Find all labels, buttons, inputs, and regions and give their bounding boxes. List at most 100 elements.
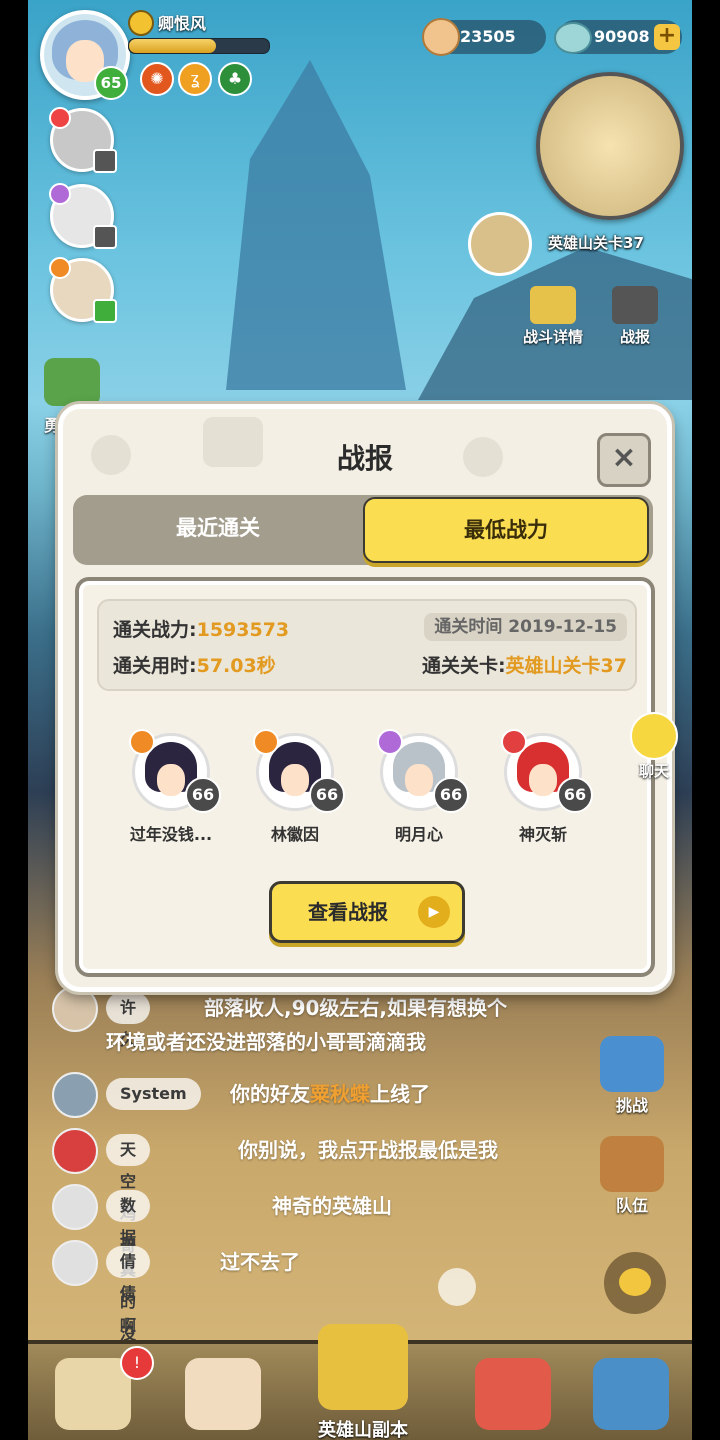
notification-badge: ! bbox=[120, 1346, 154, 1380]
minimap[interactable] bbox=[536, 72, 684, 220]
team-label: 队伍 bbox=[615, 1196, 648, 1215]
chat-face-icon bbox=[630, 712, 678, 760]
shark-icon bbox=[600, 1036, 664, 1092]
boss-avatar[interactable] bbox=[468, 212, 532, 276]
mountain-icon bbox=[318, 1324, 408, 1410]
clear-power-label: 通关战力: bbox=[113, 619, 197, 641]
team-member-avatar[interactable] bbox=[49, 257, 117, 323]
clear-power: 通关战力:1593573 bbox=[113, 615, 289, 642]
chat-bubble-button[interactable] bbox=[604, 1252, 666, 1314]
clear-time-label: 通关用时: bbox=[113, 655, 197, 677]
element-icon bbox=[129, 729, 155, 755]
team-member-avatar[interactable] bbox=[49, 183, 117, 249]
gem-icon bbox=[554, 22, 592, 54]
buff-swirl-icon[interactable]: ʓ bbox=[178, 62, 212, 96]
video-play-icon bbox=[612, 286, 658, 324]
floating-assist-button[interactable] bbox=[438, 1268, 476, 1306]
clear-date-label: 通关时间 bbox=[434, 617, 503, 637]
nav-hero-mountain[interactable] bbox=[308, 1324, 418, 1410]
chat-avatar bbox=[52, 986, 98, 1032]
add-gems-button[interactable]: + bbox=[654, 24, 680, 50]
player-level-badge: 65 bbox=[94, 66, 128, 100]
coin-icon bbox=[422, 18, 460, 56]
chat-bubble-icon bbox=[619, 1268, 651, 1296]
player-emote-icon bbox=[128, 10, 154, 36]
exp-fill bbox=[129, 39, 216, 53]
clear-date: 通关时间 2019-12-15 bbox=[424, 613, 627, 641]
tab-recent-clear[interactable]: 最近通关 bbox=[75, 497, 361, 559]
reward-chest-icon[interactable] bbox=[44, 358, 100, 406]
chat-avatar bbox=[52, 1128, 98, 1174]
chat-side-button[interactable]: 聊天 bbox=[622, 712, 686, 781]
clear-stage: 通关关卡:英雄山关卡37 bbox=[422, 651, 627, 678]
tribe-icon bbox=[55, 1358, 131, 1430]
hero-name: 林徽因 bbox=[270, 825, 319, 844]
hero-card[interactable]: 66 神灭斩 bbox=[489, 729, 597, 845]
coin-value: 23505 bbox=[460, 27, 516, 46]
chat-text: 过不去了 bbox=[220, 1250, 300, 1274]
play-icon: ▶ bbox=[418, 896, 450, 928]
chat-sender: 许久 bbox=[106, 992, 151, 1049]
buff-sun-icon[interactable]: ✺ bbox=[140, 62, 174, 96]
shop-icon bbox=[593, 1358, 669, 1430]
hero-name: 明月心 bbox=[394, 825, 443, 844]
tab-bar: 最近通关 最低战力 bbox=[73, 495, 653, 565]
gem-counter[interactable]: 90908 + bbox=[554, 20, 682, 54]
battle-detail-button[interactable]: 战斗详情 bbox=[518, 286, 588, 347]
nav-pet[interactable] bbox=[458, 1358, 568, 1440]
chat-text: 你别说，我点开战报最低是我 bbox=[238, 1138, 498, 1162]
gem-value: 90908 bbox=[594, 27, 650, 46]
hero-level: 66 bbox=[185, 777, 221, 813]
battle-report-label: 战报 bbox=[619, 328, 650, 346]
tab-lowest-power[interactable]: 最低战力 bbox=[363, 497, 649, 563]
chat-sender: 倩倩啊 bbox=[106, 1246, 151, 1335]
nav-tribe[interactable]: ! bbox=[38, 1346, 154, 1440]
chat-text: 神奇的英雄山 bbox=[272, 1194, 392, 1218]
chat-sender: System bbox=[106, 1078, 201, 1110]
dino-icon bbox=[475, 1358, 551, 1430]
chat-text-part: 你的好友 bbox=[230, 1082, 310, 1106]
chat-text-part: 上线了 bbox=[370, 1082, 430, 1106]
clear-stage-label: 通关关卡: bbox=[421, 655, 506, 677]
chat-sender: 天空鸡哥 bbox=[106, 1134, 151, 1255]
nav-shop[interactable] bbox=[576, 1358, 686, 1440]
hero-face-icon bbox=[185, 1358, 261, 1430]
hero-card[interactable]: 66 明月心 bbox=[365, 729, 473, 845]
clear-info-box: 通关战力:1593573 通关用时:57.03秒 通关时间 2019-12-15… bbox=[97, 599, 637, 691]
chat-text: 部落收人,90级左右,如果有想换个 bbox=[204, 996, 508, 1020]
chat-text: 环境或者还没进部落的小哥哥滴滴我 bbox=[106, 1030, 426, 1054]
nav-hero[interactable] bbox=[168, 1358, 278, 1440]
element-icon bbox=[377, 729, 403, 755]
coin-counter[interactable]: 23505 bbox=[422, 18, 546, 56]
exp-bar bbox=[128, 38, 270, 54]
hero-card[interactable]: 66 林徽因 bbox=[241, 729, 349, 845]
clear-stage-value: 英雄山关卡37 bbox=[505, 655, 627, 677]
element-icon bbox=[501, 729, 527, 755]
chat-friend-name[interactable]: 粟秋蝶 bbox=[310, 1082, 370, 1106]
hero-level: 66 bbox=[433, 777, 469, 813]
chat-avatar bbox=[52, 1240, 98, 1286]
clear-date-value: 2019-12-15 bbox=[508, 617, 617, 637]
player-name: 卿恨风 bbox=[158, 14, 207, 33]
team-member-avatar[interactable] bbox=[49, 107, 117, 173]
team-button[interactable]: 队伍 bbox=[592, 1136, 672, 1216]
challenge-button[interactable]: 挑战 bbox=[592, 1036, 672, 1116]
clear-time-value: 57.03秒 bbox=[196, 655, 276, 677]
challenge-label: 挑战 bbox=[615, 1096, 648, 1115]
clear-power-value: 1593573 bbox=[196, 619, 290, 641]
view-report-button[interactable]: 查看战报 ▶ bbox=[269, 881, 465, 943]
battle-report-dialog: 战报 × 最近通关 最低战力 通关战力:1593573 通关用时:57.03秒 … bbox=[58, 404, 672, 992]
chat-side-label: 聊天 bbox=[638, 762, 669, 780]
close-button[interactable]: × bbox=[597, 433, 651, 487]
crossed-swords-icon bbox=[530, 286, 576, 324]
clear-time: 通关用时:57.03秒 bbox=[113, 651, 276, 678]
hero-name: 过年没钱... bbox=[129, 825, 213, 844]
buff-leaf-icon[interactable]: ♣ bbox=[218, 62, 252, 96]
battle-report-button[interactable]: 战报 bbox=[600, 286, 670, 347]
nav-hero-mountain-label: 英雄山副本 bbox=[318, 1420, 408, 1440]
hero-name: 神灭斩 bbox=[518, 825, 567, 844]
report-panel: 通关战力:1593573 通关用时:57.03秒 通关时间 2019-12-15… bbox=[75, 577, 655, 977]
bottom-nav: ! 英雄山副本 bbox=[28, 1324, 692, 1440]
chat-avatar bbox=[52, 1184, 98, 1230]
hero-card[interactable]: 66 过年没钱... bbox=[117, 729, 225, 845]
